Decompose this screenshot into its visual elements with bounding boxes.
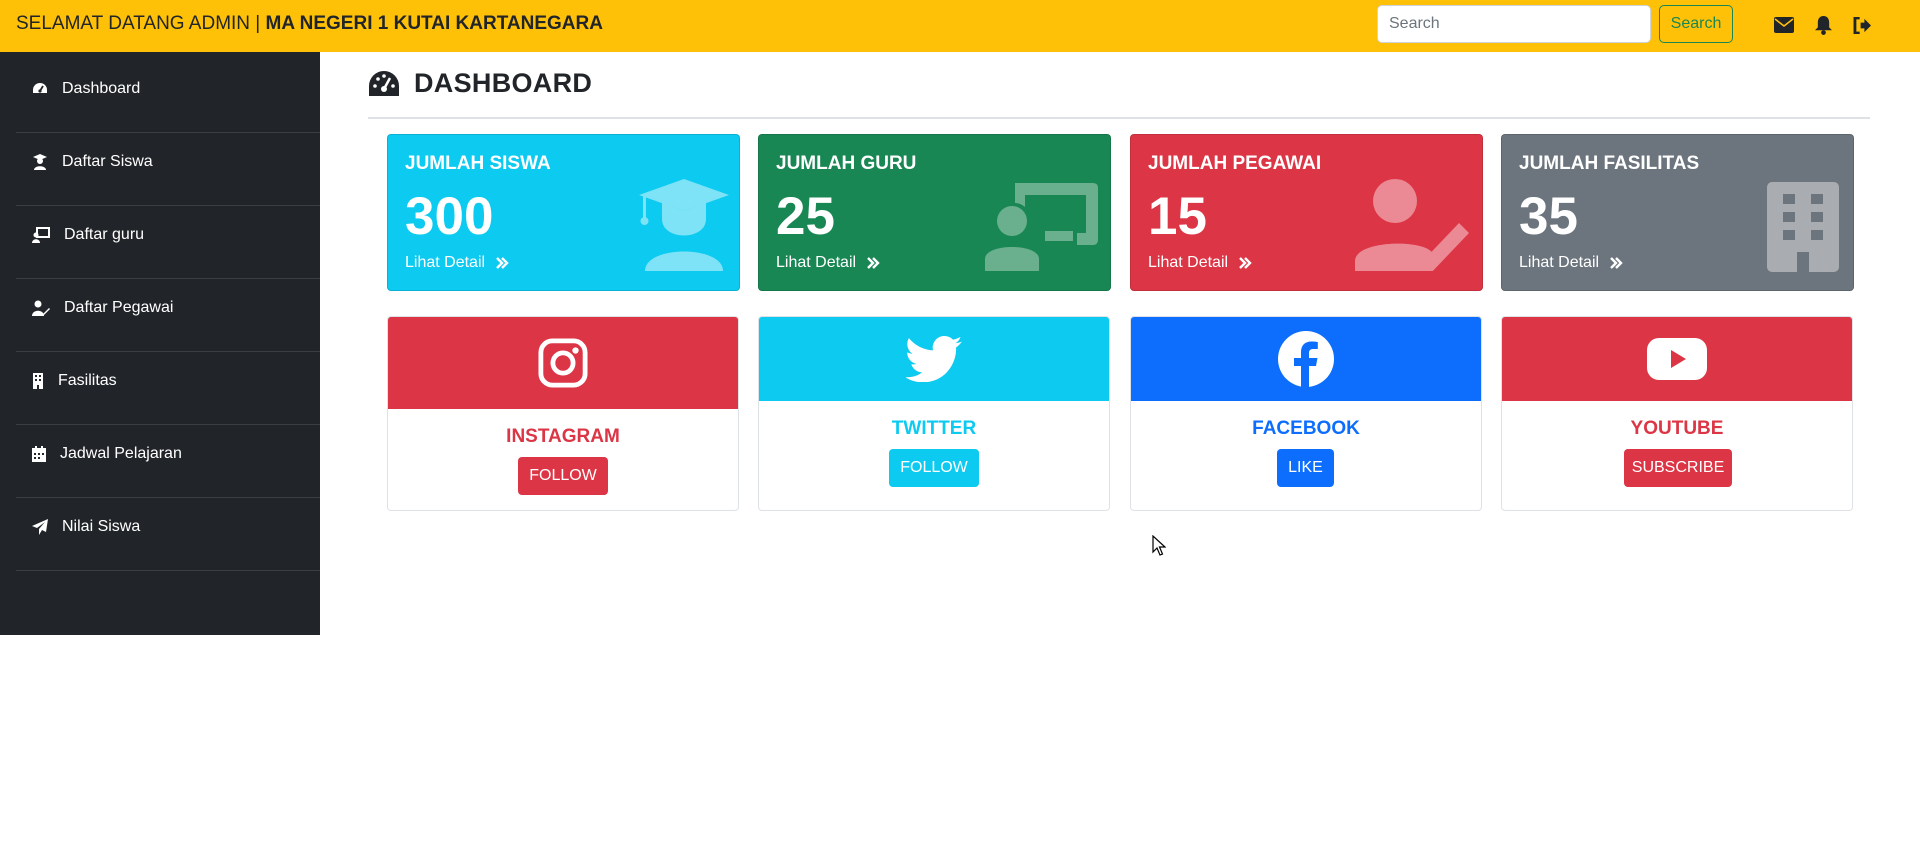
user-edit-icon bbox=[1355, 179, 1469, 271]
title-divider bbox=[368, 117, 1870, 119]
social-card-youtube: YOUTUBE SUBSCRIBE bbox=[1501, 316, 1853, 511]
youtube-icon bbox=[1647, 338, 1707, 380]
sidebar-item-dashboard[interactable]: Dashboard bbox=[0, 52, 320, 125]
social-card-header bbox=[759, 317, 1109, 401]
lihat-detail-label: Lihat Detail bbox=[776, 254, 857, 271]
user-edit-icon bbox=[32, 300, 50, 316]
double-chevron-right-icon bbox=[1610, 257, 1623, 269]
social-card-twitter: TWITTER FOLLOW bbox=[758, 316, 1110, 511]
stat-label: JUMLAH PEGAWAI bbox=[1148, 153, 1322, 174]
lihat-detail-link[interactable]: Lihat Detail bbox=[1519, 254, 1623, 272]
envelope-icon[interactable] bbox=[1773, 14, 1795, 36]
social-card-header bbox=[1502, 317, 1852, 401]
search-input[interactable] bbox=[1377, 5, 1651, 43]
graduate-icon bbox=[639, 179, 729, 271]
lihat-detail-link[interactable]: Lihat Detail bbox=[776, 254, 880, 272]
page-title-text: DASHBOARD bbox=[414, 68, 593, 98]
instagram-follow-button[interactable]: FOLLOW bbox=[518, 457, 608, 495]
sidebar-item-label: Dashboard bbox=[62, 79, 141, 97]
page-title: DASHBOARD bbox=[368, 68, 592, 99]
stat-card-siswa: JUMLAH SISWA 300 Lihat Detail bbox=[387, 134, 740, 291]
sidebar-item-label: Daftar Siswa bbox=[62, 152, 153, 170]
lihat-detail-label: Lihat Detail bbox=[1519, 254, 1600, 271]
paper-plane-icon bbox=[32, 518, 48, 535]
top-navbar: SELAMAT DATANG ADMIN | MA NEGERI 1 KUTAI… bbox=[0, 0, 1920, 52]
sidebar-item-jadwal-pelajaran[interactable]: Jadwal Pelajaran bbox=[0, 417, 320, 490]
tachometer-icon bbox=[369, 70, 399, 96]
stat-label: JUMLAH FASILITAS bbox=[1519, 153, 1700, 174]
social-card-instagram: INSTAGRAM FOLLOW bbox=[387, 316, 739, 511]
social-name: INSTAGRAM bbox=[506, 426, 620, 447]
lihat-detail-label: Lihat Detail bbox=[1148, 254, 1229, 271]
sidebar-item-label: Daftar guru bbox=[64, 225, 145, 243]
building-icon bbox=[1767, 182, 1839, 272]
sidebar: Dashboard Daftar Siswa Daftar guru Dafta… bbox=[0, 52, 320, 635]
calendar-icon bbox=[32, 445, 46, 462]
instagram-icon bbox=[538, 338, 588, 388]
sidebar-item-label: Jadwal Pelajaran bbox=[60, 444, 182, 462]
chalkboard-teacher-icon bbox=[32, 226, 50, 243]
sidebar-item-nilai-siswa[interactable]: Nilai Siswa bbox=[0, 490, 320, 563]
sidebar-item-fasilitas[interactable]: Fasilitas bbox=[0, 344, 320, 417]
lihat-detail-link[interactable]: Lihat Detail bbox=[1148, 254, 1252, 272]
stat-value: 300 bbox=[405, 187, 494, 246]
twitter-icon bbox=[906, 336, 962, 382]
building-icon bbox=[33, 372, 43, 389]
student-icon bbox=[33, 153, 47, 170]
chalkboard-teacher-icon bbox=[985, 183, 1098, 271]
twitter-follow-button[interactable]: FOLLOW bbox=[889, 449, 979, 487]
search-button[interactable]: Search bbox=[1659, 5, 1733, 43]
youtube-subscribe-button[interactable]: SUBSCRIBE bbox=[1624, 449, 1732, 487]
mouse-cursor-icon bbox=[1152, 535, 1166, 556]
sidebar-divider bbox=[16, 570, 320, 571]
navbar-brand[interactable]: SELAMAT DATANG ADMIN | MA NEGERI 1 KUTAI… bbox=[16, 13, 603, 35]
stat-value: 15 bbox=[1148, 187, 1207, 246]
stat-value: 35 bbox=[1519, 187, 1578, 246]
social-name: TWITTER bbox=[891, 418, 977, 439]
sidebar-item-label: Nilai Siswa bbox=[62, 517, 141, 535]
social-name: YOUTUBE bbox=[1630, 418, 1724, 439]
sidebar-item-label: Daftar Pegawai bbox=[64, 298, 174, 316]
bell-icon[interactable] bbox=[1812, 14, 1834, 36]
lihat-detail-link[interactable]: Lihat Detail bbox=[405, 254, 509, 272]
stat-card-fasilitas: JUMLAH FASILITAS 35 Lihat Detail bbox=[1501, 134, 1854, 291]
sidebar-item-daftar-pegawai[interactable]: Daftar Pegawai bbox=[0, 271, 320, 344]
sidebar-item-label: Fasilitas bbox=[58, 371, 117, 389]
facebook-icon bbox=[1278, 331, 1334, 387]
double-chevron-right-icon bbox=[496, 257, 509, 269]
stat-card-pegawai: JUMLAH PEGAWAI 15 Lihat Detail bbox=[1130, 134, 1483, 291]
social-name: FACEBOOK bbox=[1252, 418, 1360, 439]
lihat-detail-label: Lihat Detail bbox=[405, 254, 486, 271]
tachometer-icon bbox=[33, 82, 47, 93]
sign-out-icon[interactable] bbox=[1851, 14, 1873, 36]
social-card-header bbox=[1131, 317, 1481, 401]
sidebar-item-daftar-guru[interactable]: Daftar guru bbox=[0, 198, 320, 271]
double-chevron-right-icon bbox=[867, 257, 880, 269]
social-card-header bbox=[388, 317, 738, 409]
double-chevron-right-icon bbox=[1239, 257, 1252, 269]
school-name: MA NEGERI 1 KUTAI KARTANEGARA bbox=[265, 13, 603, 34]
social-card-facebook: FACEBOOK LIKE bbox=[1130, 316, 1482, 511]
stat-value: 25 bbox=[776, 187, 835, 246]
stat-card-guru: JUMLAH GURU 25 Lihat Detail bbox=[758, 134, 1111, 291]
welcome-text: SELAMAT DATANG ADMIN | bbox=[16, 13, 266, 34]
stat-label: JUMLAH SISWA bbox=[405, 153, 551, 174]
stat-label: JUMLAH GURU bbox=[776, 153, 917, 174]
facebook-like-button[interactable]: LIKE bbox=[1277, 449, 1334, 487]
sidebar-item-daftar-siswa[interactable]: Daftar Siswa bbox=[0, 125, 320, 198]
